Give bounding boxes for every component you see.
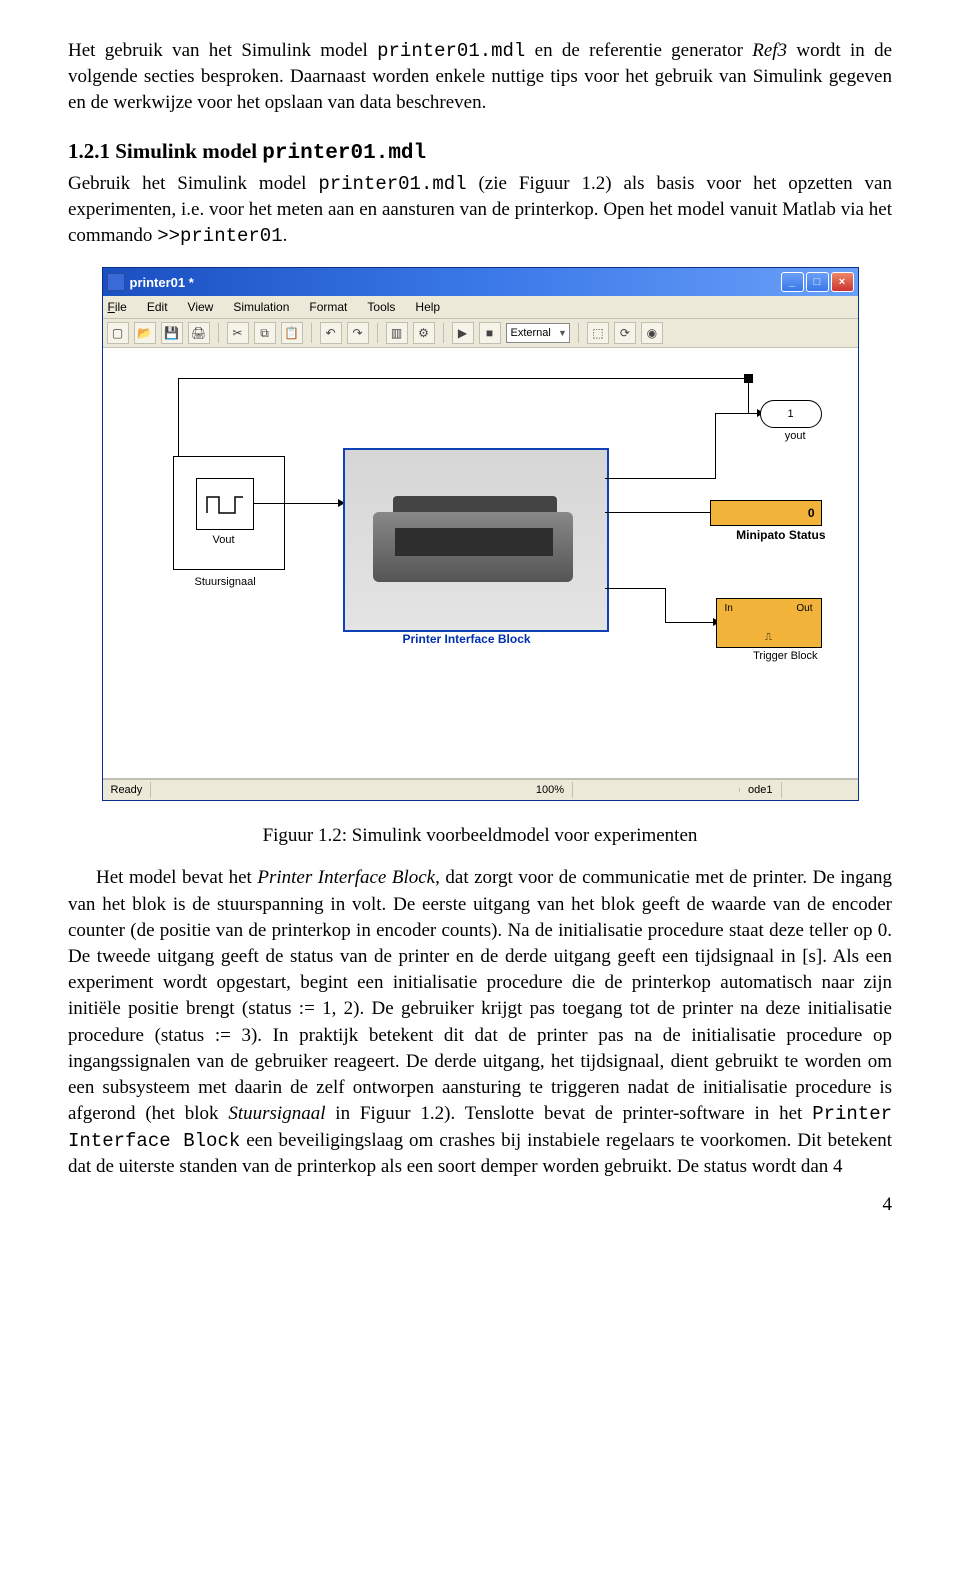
- toolbar: ▢ 📂 💾 🖨 ✂ ⧉ 📋 ↶ ↷ ▥ ⚙ ▶ ■ External ⬚ ⟳ ◉: [103, 319, 858, 348]
- redo-icon[interactable]: ↷: [347, 322, 369, 344]
- label-stuursignaal: Stuursignaal: [195, 576, 256, 588]
- stop-icon[interactable]: ■: [479, 322, 501, 344]
- text: .: [283, 225, 288, 246]
- text: in Figuur 1.2). Tenslotte bevat de print…: [325, 1103, 812, 1124]
- printer-image: [345, 450, 607, 630]
- menu-view[interactable]: View: [185, 298, 217, 316]
- wire: [605, 512, 718, 513]
- page-number: 4: [68, 1194, 892, 1216]
- text: , dat zorgt voor de communicatie met de …: [68, 867, 892, 1124]
- heading-number: 1.2.1 Simulink model: [68, 139, 262, 163]
- paragraph-intro: Het gebruik van het Simulink model print…: [68, 38, 892, 117]
- trigger-in-label: In: [725, 603, 733, 614]
- print-icon[interactable]: 🖨: [188, 322, 210, 344]
- play-icon[interactable]: ▶: [452, 322, 474, 344]
- figure-caption: Figuur 1.2: Simulink voorbeeldmodel voor…: [68, 825, 892, 847]
- italic-stuursignaal: Stuursignaal: [228, 1103, 325, 1124]
- minipato-number: 0: [808, 506, 815, 520]
- text: en de referentie generator: [525, 40, 752, 61]
- model-canvas[interactable]: Vout Stuursignaal Printer Interface Bloc…: [103, 348, 858, 779]
- build-icon[interactable]: ⬚: [587, 322, 609, 344]
- window-titlebar: printer01 * _ □ ×: [103, 268, 858, 296]
- label-trigger: Trigger Block: [753, 650, 817, 662]
- status-solver: ode1: [740, 782, 781, 798]
- wire: [748, 378, 749, 414]
- menu-simulation[interactable]: Simulation: [230, 298, 292, 316]
- trigger-symbol-icon: ⎍: [717, 632, 821, 643]
- wire: [605, 478, 715, 479]
- cut-icon[interactable]: ✂: [227, 322, 249, 344]
- maximize-button[interactable]: □: [806, 272, 829, 292]
- status-ready: Ready: [103, 782, 152, 798]
- label-yout: yout: [785, 430, 806, 442]
- status-spacer-cell: [573, 788, 740, 792]
- open-icon[interactable]: 📂: [134, 322, 156, 344]
- status-zoom: 100%: [528, 782, 573, 798]
- block-printer-interface[interactable]: [343, 448, 609, 632]
- yout-number: 1: [787, 408, 793, 420]
- text: Het model bevat het: [96, 867, 257, 888]
- window-title: printer01 *: [130, 275, 194, 290]
- paragraph-model: Gebruik het Simulink model printer01.mdl…: [68, 171, 892, 250]
- wire: [715, 413, 716, 479]
- section-heading: 1.2.1 Simulink model printer01.mdl: [68, 139, 892, 165]
- library-icon[interactable]: ▥: [386, 322, 408, 344]
- copy-icon[interactable]: ⧉: [254, 322, 276, 344]
- new-icon[interactable]: ▢: [107, 322, 129, 344]
- wire: [178, 378, 179, 456]
- label-minipato: Minipato Status: [736, 528, 825, 542]
- wire: [605, 588, 665, 589]
- debug-icon[interactable]: ⚙: [413, 322, 435, 344]
- code-inline: printer01.mdl: [318, 173, 466, 195]
- menu-help[interactable]: Help: [412, 298, 443, 316]
- menu-file[interactable]: File: [105, 298, 130, 316]
- status-end-cell: [782, 788, 858, 792]
- target-icon[interactable]: ◉: [641, 322, 663, 344]
- heading-code: printer01.mdl: [262, 142, 426, 165]
- trigger-out-label: Out: [796, 603, 812, 614]
- italic-ref: Ref3: [752, 40, 787, 61]
- menu-tools[interactable]: Tools: [364, 298, 398, 316]
- menu-edit[interactable]: Edit: [144, 298, 171, 316]
- code-inline: >>printer01: [157, 225, 282, 247]
- wire: [665, 588, 666, 622]
- block-trigger[interactable]: In Out ⎍: [716, 598, 822, 648]
- menu-bar: File Edit View Simulation Format Tools H…: [103, 296, 858, 319]
- close-button[interactable]: ×: [831, 272, 854, 292]
- paste-icon[interactable]: 📋: [281, 322, 303, 344]
- status-bar: Ready 100% ode1: [103, 779, 858, 800]
- label-printer-interface: Printer Interface Block: [403, 632, 531, 646]
- connect-icon[interactable]: ⟳: [614, 322, 636, 344]
- menu-format[interactable]: Format: [306, 298, 350, 316]
- paragraph-description: Het model bevat het Printer Interface Bl…: [68, 865, 892, 1180]
- italic-pib: Printer Interface Block: [257, 867, 435, 888]
- code-inline: printer01.mdl: [377, 40, 525, 62]
- text: Gebruik het Simulink model: [68, 173, 318, 194]
- terminator-icon: [744, 374, 753, 383]
- block-minipato-status[interactable]: 0: [710, 500, 822, 526]
- undo-icon[interactable]: ↶: [320, 322, 342, 344]
- text: Het gebruik van het Simulink model: [68, 40, 377, 61]
- block-yout[interactable]: 1: [760, 400, 822, 428]
- wire: [178, 378, 748, 379]
- subsystem-frame: [173, 456, 285, 570]
- minimize-button[interactable]: _: [781, 272, 804, 292]
- simulation-mode-combo[interactable]: External: [506, 323, 570, 343]
- save-icon[interactable]: 💾: [161, 322, 183, 344]
- simulink-window: printer01 * _ □ × File Edit View Simulat…: [102, 267, 859, 801]
- wire: [665, 622, 717, 623]
- simulink-icon: [107, 273, 125, 291]
- wire: [715, 413, 761, 414]
